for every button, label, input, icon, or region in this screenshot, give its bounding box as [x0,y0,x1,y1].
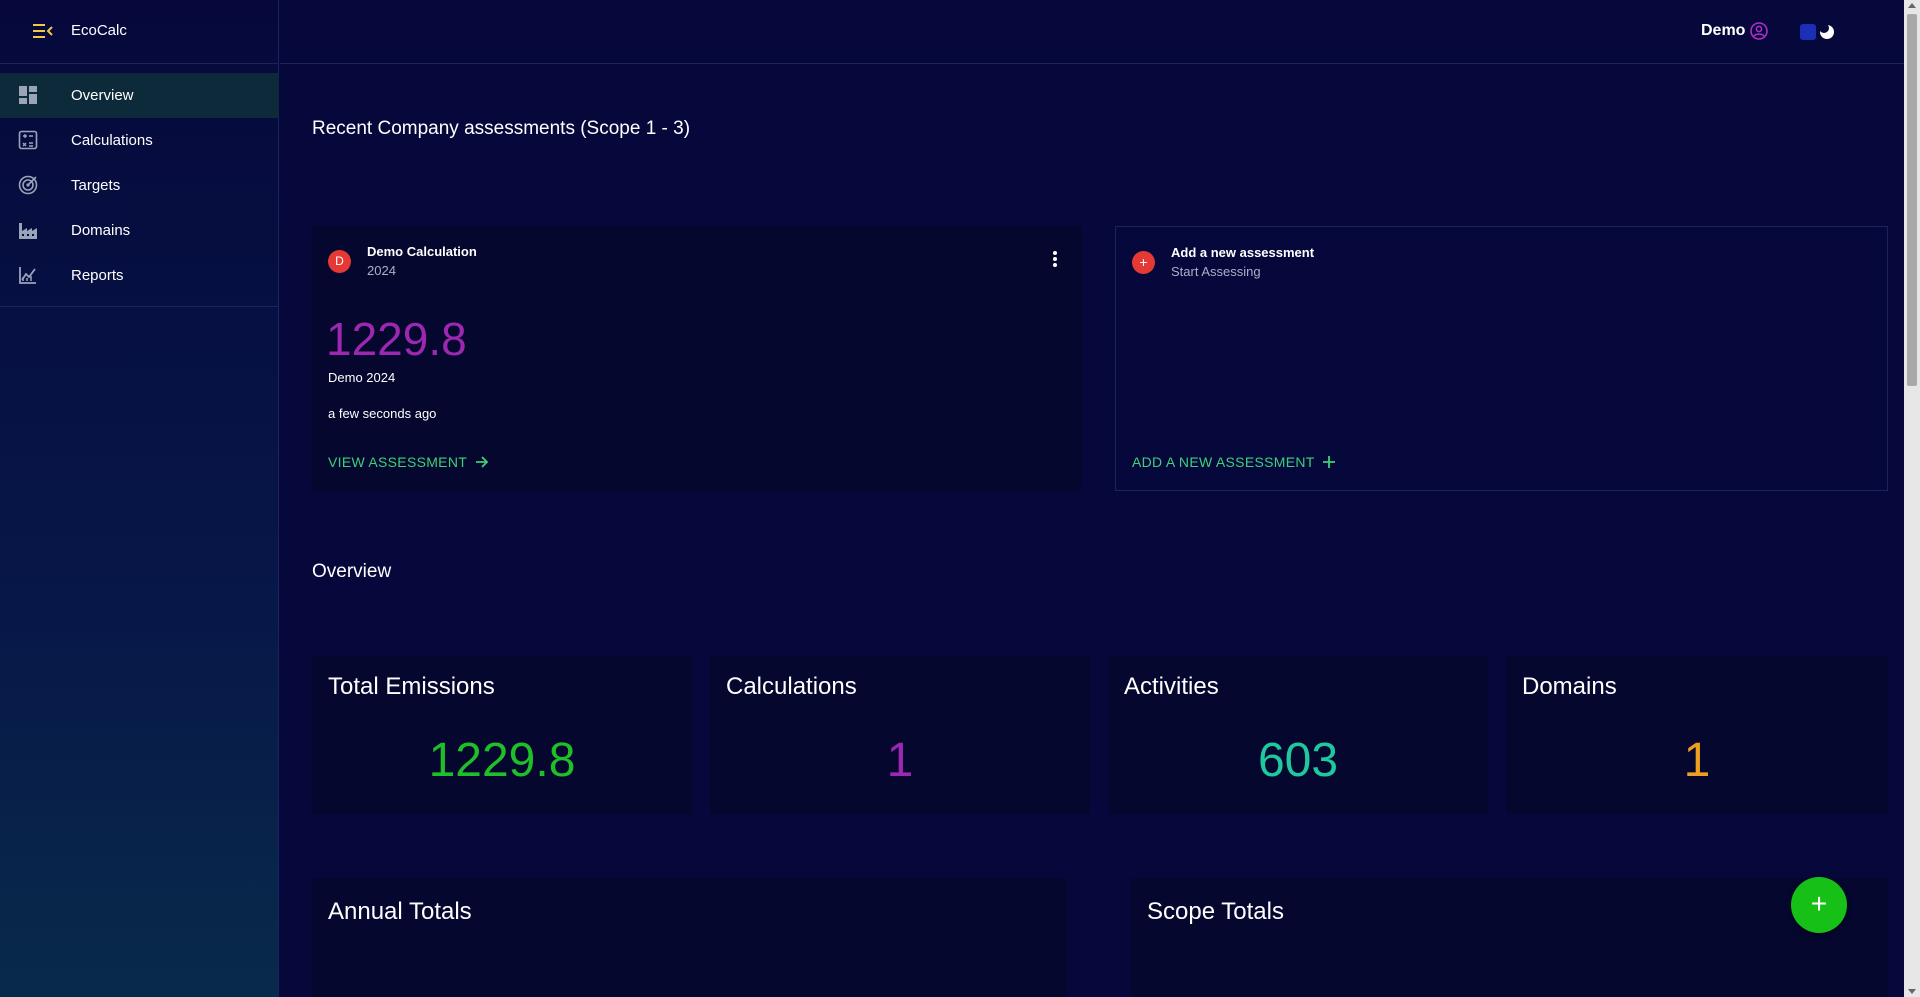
dashboard-icon [19,86,37,104]
assessment-name: Demo 2024 [328,370,396,385]
menu-collapse-icon[interactable] [33,23,53,39]
sidebar-nav: Overview Calculations Targets Domains Re… [0,73,279,298]
stat-label: Total Emissions [328,673,495,700]
scroll-down-icon[interactable] [1908,989,1916,994]
add-assessment-label: ADD A NEW ASSESSMENT [1132,454,1315,470]
sidebar-item-targets[interactable]: Targets [0,163,279,208]
stat-card-activities: Activities 603 [1108,655,1488,814]
sidebar-item-label: Domains [71,222,131,239]
add-card-subtitle: Start Assessing [1171,264,1261,279]
stat-card-domains: Domains 1 [1506,655,1888,814]
view-assessment-link[interactable]: VIEW ASSESSMENT [328,454,489,470]
stat-label: Activities [1124,673,1219,700]
calculator-icon [18,130,38,150]
assessment-value: 1229.8 [326,313,467,365]
scope-totals-title: Scope Totals [1147,898,1284,925]
recent-heading: Recent Company assessments (Scope 1 - 3) [312,118,691,139]
stat-value: 603 [1257,734,1339,787]
scroll-up-icon[interactable] [1908,3,1916,8]
avatar: D [328,250,351,273]
divider [0,306,279,307]
account-circle-icon[interactable] [1750,22,1768,40]
sidebar-item-label: Targets [71,177,121,194]
annual-totals-title: Annual Totals [328,898,472,925]
stat-value: 1 [886,734,914,787]
sidebar-item-reports[interactable]: Reports [0,253,279,298]
scope-totals-panel: Scope Totals [1131,878,1888,997]
chart-icon [19,267,36,284]
more-vert-icon[interactable] [1052,250,1058,268]
assessment-card: D Demo Calculation 2024 1229.8 Demo 2024… [312,226,1082,491]
stat-label: Domains [1522,673,1617,700]
assessment-time: a few seconds ago [328,406,437,421]
annual-totals-panel: Annual Totals [312,878,1067,997]
arrow-right-icon [476,456,489,468]
add-assessment-card: + Add a new assessment Start Assessing A… [1115,226,1888,491]
scrollbar[interactable] [1904,0,1920,997]
stat-card-total-emissions: Total Emissions 1229.8 [312,655,692,814]
sidebar-item-calculations[interactable]: Calculations [0,118,279,163]
sidebar: EcoCalc Overview Calculations Targets Do… [0,0,279,997]
card-title: Demo Calculation [367,244,477,259]
add-avatar: + [1132,251,1155,274]
plus-icon [1322,456,1335,468]
sidebar-item-overview[interactable]: Overview [0,73,279,118]
sidebar-item-label: Overview [71,87,134,104]
user-name[interactable]: Demo [1701,22,1745,40]
card-year: 2024 [367,263,396,278]
stat-value: 1 [1683,734,1711,787]
stat-value: 1229.8 [428,734,576,787]
overview-heading: Overview [312,561,392,582]
topbar: Demo [280,0,1904,64]
moon-toggle-icon[interactable] [1800,22,1836,42]
target-icon [18,175,38,195]
factory-icon [19,223,37,239]
view-assessment-label: VIEW ASSESSMENT [328,454,468,470]
add-card-title: Add a new assessment [1171,245,1315,260]
add-fab-button[interactable]: + [1791,877,1847,933]
sidebar-item-label: Calculations [71,132,153,149]
sidebar-item-domains[interactable]: Domains [0,208,279,253]
app-name: EcoCalc [71,22,127,39]
stat-label: Calculations [726,673,857,700]
brand-header: EcoCalc [0,0,279,64]
stat-card-calculations: Calculations 1 [710,655,1090,814]
add-assessment-link[interactable]: ADD A NEW ASSESSMENT [1132,454,1335,470]
sidebar-item-label: Reports [71,267,124,284]
scrollbar-thumb[interactable] [1907,14,1917,386]
